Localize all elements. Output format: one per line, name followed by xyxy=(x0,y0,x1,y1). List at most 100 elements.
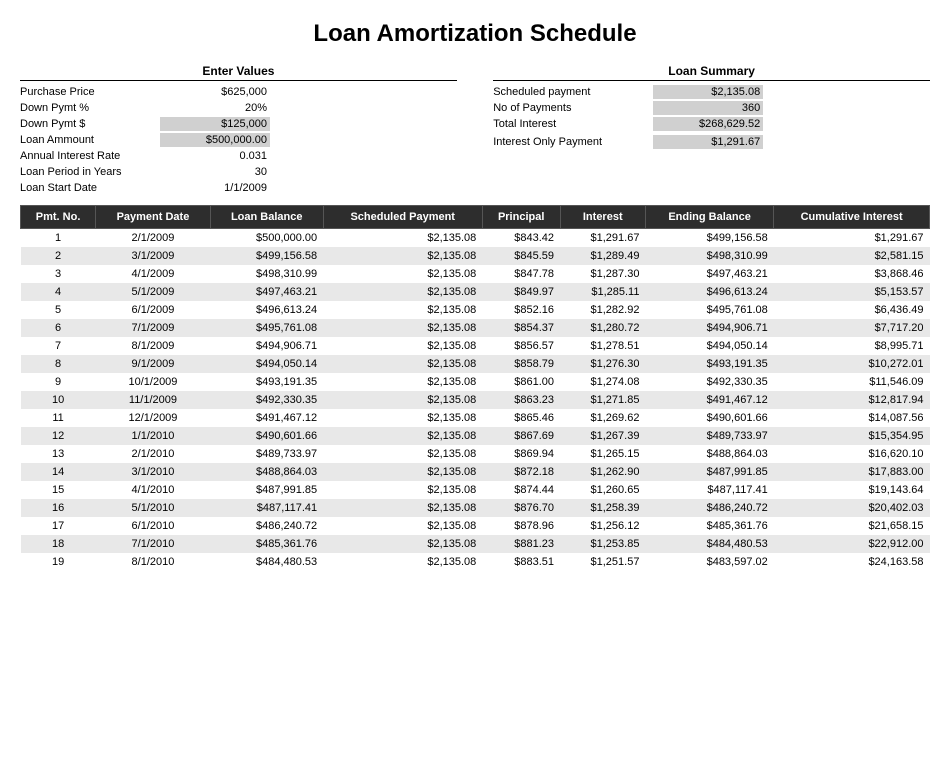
table-cell: $2,135.08 xyxy=(323,355,482,373)
table-cell: 4/1/2010 xyxy=(96,481,211,499)
scheduled-payment-label: Scheduled payment xyxy=(493,86,653,98)
table-cell: $7,717.20 xyxy=(774,319,930,337)
table-cell: 6/1/2009 xyxy=(96,301,211,319)
table-row: 12/1/2009$500,000.00$2,135.08$843.42$1,2… xyxy=(21,229,930,248)
table-cell: 3/1/2009 xyxy=(96,247,211,265)
table-cell: 5/1/2009 xyxy=(96,283,211,301)
table-cell: $883.51 xyxy=(482,553,560,571)
table-cell: $497,463.21 xyxy=(210,283,323,301)
col-cumulative-interest: Cumulative Interest xyxy=(774,206,930,229)
table-cell: $865.46 xyxy=(482,409,560,427)
loan-start-value: 1/1/2009 xyxy=(160,181,270,195)
enter-values-panel: Enter Values Purchase Price $625,000 Dow… xyxy=(20,64,457,197)
table-row: 154/1/2010$487,991.85$2,135.08$874.44$1,… xyxy=(21,481,930,499)
table-cell: $496,613.24 xyxy=(645,283,773,301)
table-cell: $487,117.41 xyxy=(210,499,323,517)
table-cell: $499,156.58 xyxy=(645,229,773,248)
table-cell: $14,087.56 xyxy=(774,409,930,427)
purchase-price-label: Purchase Price xyxy=(20,86,160,98)
table-cell: $1,291.67 xyxy=(560,229,645,248)
scheduled-payment-value: $2,135.08 xyxy=(653,85,763,99)
table-cell: $491,467.12 xyxy=(210,409,323,427)
table-cell: 3 xyxy=(21,265,96,283)
table-cell: $2,135.08 xyxy=(323,427,482,445)
table-cell: 7 xyxy=(21,337,96,355)
table-cell: $484,480.53 xyxy=(210,553,323,571)
table-cell: $496,613.24 xyxy=(210,301,323,319)
table-cell: $1,269.62 xyxy=(560,409,645,427)
table-cell: $19,143.64 xyxy=(774,481,930,499)
table-cell: $3,868.46 xyxy=(774,265,930,283)
table-cell: $490,601.66 xyxy=(645,409,773,427)
table-cell: $485,361.76 xyxy=(645,517,773,535)
table-cell: $484,480.53 xyxy=(645,535,773,553)
loan-period-label: Loan Period in Years xyxy=(20,166,160,178)
table-cell: $494,050.14 xyxy=(210,355,323,373)
table-cell: $2,135.08 xyxy=(323,373,482,391)
table-header-row: Pmt. No. Payment Date Loan Balance Sched… xyxy=(21,206,930,229)
table-cell: $2,581.15 xyxy=(774,247,930,265)
table-cell: $485,361.76 xyxy=(210,535,323,553)
enter-values-title: Enter Values xyxy=(20,64,457,81)
loan-start-label: Loan Start Date xyxy=(20,182,160,194)
table-cell: $487,117.41 xyxy=(645,481,773,499)
table-cell: 8 xyxy=(21,355,96,373)
table-row: 176/1/2010$486,240.72$2,135.08$878.96$1,… xyxy=(21,517,930,535)
table-cell: $490,601.66 xyxy=(210,427,323,445)
table-cell: $16,620.10 xyxy=(774,445,930,463)
table-cell: $872.18 xyxy=(482,463,560,481)
table-cell: $498,310.99 xyxy=(210,265,323,283)
table-cell: $487,991.85 xyxy=(210,481,323,499)
table-cell: 7/1/2010 xyxy=(96,535,211,553)
table-cell: $493,191.35 xyxy=(645,355,773,373)
table-cell: $1,253.85 xyxy=(560,535,645,553)
table-cell: $1,289.49 xyxy=(560,247,645,265)
table-cell: $494,050.14 xyxy=(645,337,773,355)
loan-start-row: Loan Start Date 1/1/2009 xyxy=(20,181,457,195)
table-cell: $2,135.08 xyxy=(323,535,482,553)
loan-amount-value: $500,000.00 xyxy=(160,133,270,147)
scheduled-payment-row: Scheduled payment $2,135.08 xyxy=(493,85,930,99)
table-cell: $1,256.12 xyxy=(560,517,645,535)
num-payments-label: No of Payments xyxy=(493,102,653,114)
table-cell: 9 xyxy=(21,373,96,391)
table-cell: $489,733.97 xyxy=(645,427,773,445)
table-cell: $2,135.08 xyxy=(323,229,482,248)
table-cell: $486,240.72 xyxy=(645,499,773,517)
table-row: 132/1/2010$489,733.97$2,135.08$869.94$1,… xyxy=(21,445,930,463)
table-row: 1112/1/2009$491,467.12$2,135.08$865.46$1… xyxy=(21,409,930,427)
table-cell: 11 xyxy=(21,409,96,427)
total-interest-value: $268,629.52 xyxy=(653,117,763,131)
col-ending-balance: Ending Balance xyxy=(645,206,773,229)
table-cell: $1,258.39 xyxy=(560,499,645,517)
loan-amount-label: Loan Ammount xyxy=(20,134,160,146)
table-cell: $1,251.57 xyxy=(560,553,645,571)
table-cell: 2/1/2010 xyxy=(96,445,211,463)
interest-only-row: Interest Only Payment $1,291.67 xyxy=(493,135,930,149)
table-row: 143/1/2010$488,864.03$2,135.08$872.18$1,… xyxy=(21,463,930,481)
loan-amount-row: Loan Ammount $500,000.00 xyxy=(20,133,457,147)
loan-summary-panel: Loan Summary Scheduled payment $2,135.08… xyxy=(493,64,930,197)
table-cell: $2,135.08 xyxy=(323,337,482,355)
annual-rate-label: Annual Interest Rate xyxy=(20,150,160,162)
table-cell: $11,546.09 xyxy=(774,373,930,391)
table-cell: 5 xyxy=(21,301,96,319)
col-scheduled-payment: Scheduled Payment xyxy=(323,206,482,229)
col-loan-balance: Loan Balance xyxy=(210,206,323,229)
loan-period-row: Loan Period in Years 30 xyxy=(20,165,457,179)
amortization-table: Pmt. No. Payment Date Loan Balance Sched… xyxy=(20,205,930,571)
table-cell: 6 xyxy=(21,319,96,337)
table-cell: 4 xyxy=(21,283,96,301)
table-cell: $2,135.08 xyxy=(323,409,482,427)
table-cell: 9/1/2009 xyxy=(96,355,211,373)
table-cell: $1,291.67 xyxy=(774,229,930,248)
table-cell: $487,991.85 xyxy=(645,463,773,481)
table-cell: $2,135.08 xyxy=(323,463,482,481)
table-cell: $1,262.90 xyxy=(560,463,645,481)
table-cell: 18 xyxy=(21,535,96,553)
top-section: Enter Values Purchase Price $625,000 Dow… xyxy=(20,64,930,197)
table-cell: $2,135.08 xyxy=(323,283,482,301)
table-cell: 4/1/2009 xyxy=(96,265,211,283)
page-title: Loan Amortization Schedule xyxy=(20,20,930,48)
col-payment-date: Payment Date xyxy=(96,206,211,229)
